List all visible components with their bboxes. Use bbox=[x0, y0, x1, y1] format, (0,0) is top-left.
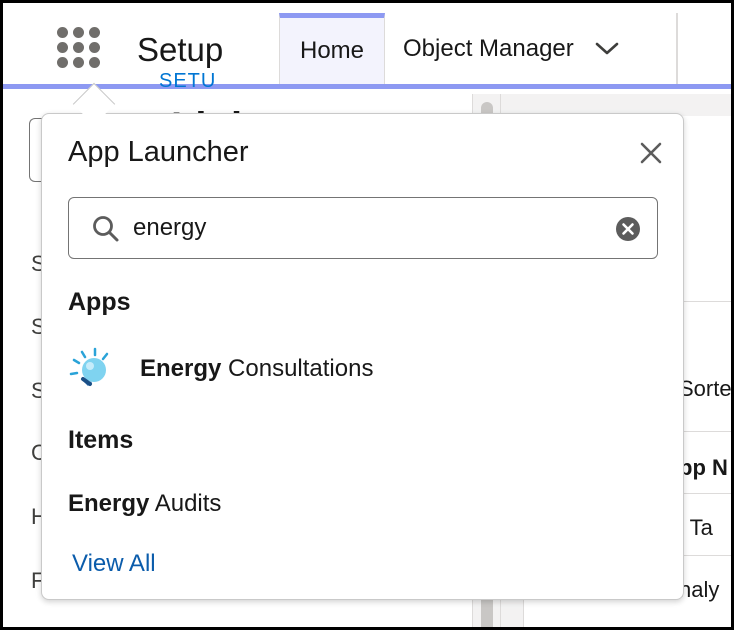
item-result-energy-audits[interactable]: Energy Audits bbox=[68, 490, 221, 518]
table-row[interactable]: l Ta bbox=[679, 515, 713, 541]
item-result-label: Energy Audits bbox=[68, 490, 222, 517]
items-heading: Items bbox=[68, 426, 134, 454]
app-title: Setup bbox=[137, 31, 224, 68]
view-all-link[interactable]: View All bbox=[72, 550, 156, 578]
table-row[interactable]: naly bbox=[679, 577, 719, 603]
list-view-info: Sorte bbox=[679, 376, 731, 401]
app-search-box[interactable] bbox=[68, 197, 658, 259]
chevron-down-icon[interactable] bbox=[594, 41, 620, 57]
app-result-label: Energy Consultations bbox=[140, 355, 374, 382]
breadcrumb: SETU bbox=[159, 70, 217, 92]
clear-icon[interactable] bbox=[615, 216, 641, 242]
top-navigation: Setup Home Object Manager bbox=[3, 3, 731, 89]
waffle-icon[interactable] bbox=[57, 27, 103, 73]
app-launcher-title: App Launcher bbox=[68, 136, 249, 168]
tab-object-manager[interactable]: Object Manager bbox=[385, 13, 677, 84]
close-icon[interactable] bbox=[638, 140, 664, 166]
tab-home[interactable]: Home bbox=[279, 13, 385, 84]
app-result-energy-consultations[interactable]: Energy Consultations bbox=[68, 346, 373, 392]
app-launcher-popover: App Launcher Apps bbox=[41, 113, 684, 600]
lightbulb-icon bbox=[68, 346, 114, 392]
tab-home-label: Home bbox=[299, 37, 365, 64]
tab-object-manager-label: Object Manager bbox=[403, 34, 574, 62]
setup-window: Setup Home Object Manager S S S C H F SE… bbox=[3, 3, 731, 627]
column-header[interactable]: pp N bbox=[679, 455, 728, 481]
app-search-input[interactable] bbox=[133, 206, 603, 250]
apps-heading: Apps bbox=[68, 288, 131, 316]
nav-divider bbox=[677, 13, 678, 84]
search-icon bbox=[91, 214, 121, 244]
